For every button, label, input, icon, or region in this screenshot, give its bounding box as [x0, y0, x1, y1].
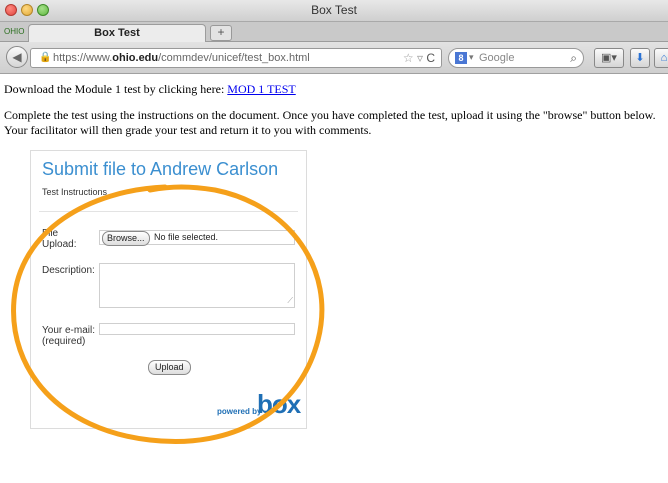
description-textarea[interactable]: ⟋ [99, 263, 295, 308]
email-field[interactable] [99, 323, 295, 335]
page-content: Download the Module 1 test by clicking h… [0, 74, 668, 483]
url-bar[interactable]: 🔒 https://www.ohio.edu/commdev/unicef/te… [30, 48, 442, 68]
file-upload-label: File Upload: [42, 228, 77, 250]
instructions-line-1: Complete the test using the instructions… [4, 108, 656, 122]
lock-icon: 🔒 [39, 52, 52, 63]
g-search-icon[interactable]: 8 [455, 52, 467, 64]
reload-icon[interactable]: C [426, 51, 435, 65]
file-upload-field[interactable]: Browse... No file selected. [99, 230, 295, 246]
search-icon[interactable]: ⌕ [570, 51, 577, 66]
download-line: Download the Module 1 test by clicking h… [4, 82, 296, 96]
back-button[interactable]: ◀ [6, 46, 28, 68]
search-field[interactable]: 8 ▾ Google ⌕ [448, 48, 584, 68]
test-instructions-link[interactable]: Test Instructions [42, 187, 107, 197]
divider [39, 211, 298, 212]
instructions-paragraph: Complete the test using the instructions… [4, 108, 664, 138]
window-title: Box Test [311, 3, 357, 17]
bookmark-star-icon[interactable]: ☆ ▿ C [403, 51, 435, 65]
email-label: Your e-mail: (required) [42, 325, 95, 347]
upload-button[interactable]: Upload [148, 360, 191, 375]
search-placeholder: Google [479, 52, 515, 64]
tab-bar: OHIO Box Test + [0, 22, 668, 42]
powered-by-text: powered by [217, 407, 262, 416]
no-file-text: No file selected. [154, 232, 219, 242]
tab-box-test[interactable]: Box Test [28, 24, 206, 42]
mod-1-test-link[interactable]: MOD 1 TEST [227, 82, 295, 96]
instructions-line-2: Your facilitator will then grade your te… [4, 123, 372, 137]
url-text: https://www.ohio.edu/commdev/unicef/test… [53, 52, 310, 64]
navigation-toolbar: ◀ 🔒 https://www.ohio.edu/commdev/unicef/… [0, 42, 668, 74]
download-icon[interactable]: ⬇ [630, 48, 650, 68]
description-label: Description: [42, 265, 95, 276]
tab-label: Box Test [94, 27, 140, 39]
home-icon[interactable]: ⌂ [654, 48, 668, 68]
box-upload-widget: Submit file to Andrew Carlson Test Instr… [30, 150, 307, 429]
bookmarks-menu-button[interactable]: ▣▾ [594, 48, 624, 68]
new-tab-button[interactable]: + [210, 25, 232, 41]
resize-handle-icon[interactable]: ⟋ [287, 296, 293, 306]
ohio-favicon-icon: OHIO [4, 27, 25, 36]
window-titlebar: Box Test [0, 0, 668, 22]
search-engine-dropdown-icon[interactable]: ▾ [469, 52, 474, 63]
upload-box-title: Submit file to Andrew Carlson [42, 159, 279, 179]
browse-button[interactable]: Browse... [102, 231, 150, 246]
box-logo: box [257, 389, 301, 419]
